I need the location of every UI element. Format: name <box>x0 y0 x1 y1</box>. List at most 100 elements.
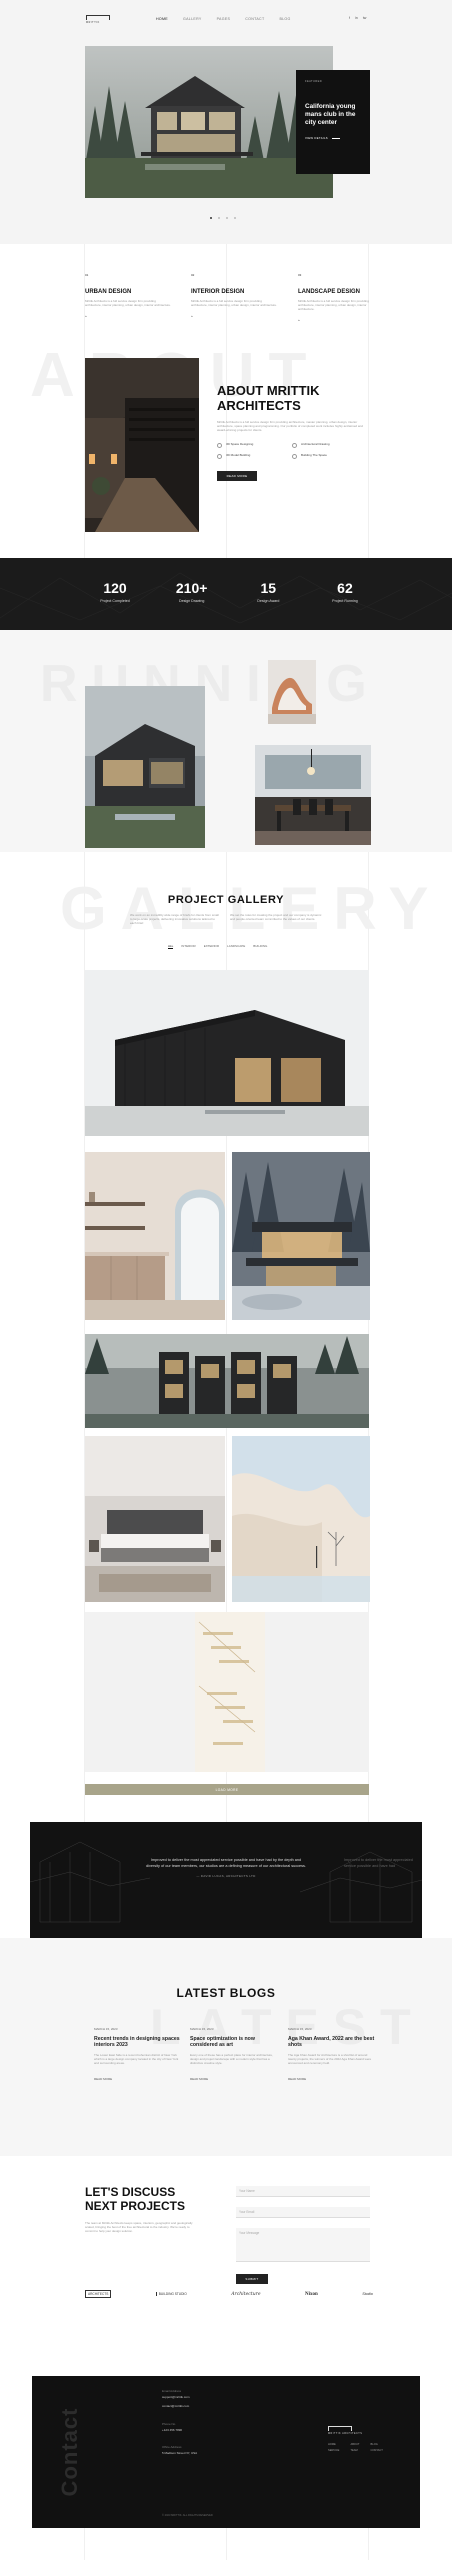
name-field[interactable]: Your Name <box>236 2186 370 2197</box>
blog-excerpt: The Aga Khan Award for Architecture is a… <box>288 2052 372 2065</box>
logo-text: MRITTIK <box>86 20 100 24</box>
stat-value: 210+ <box>175 580 208 596</box>
slider-dot-active[interactable] <box>210 217 212 219</box>
nav-item-contact[interactable]: CONTACT <box>245 17 264 21</box>
service-link[interactable]: » <box>298 318 398 323</box>
hero-cta[interactable]: VIEW DETAILS <box>305 136 361 140</box>
logo[interactable]: MRITTIK <box>86 15 110 24</box>
service-card: 02 INTERIOR DESIGN Mrittik Architects is… <box>191 273 291 319</box>
email-value[interactable]: support@mrittik.com <box>162 2395 272 2400</box>
footer-logo-text: MRITTIK ARCHITECTS <box>328 2432 363 2435</box>
about-title-line: ABOUT MRITTIK <box>217 383 320 398</box>
email-field[interactable]: Your Email <box>236 2207 370 2218</box>
project-image[interactable] <box>255 745 371 845</box>
hero-title: California young mans club in the city c… <box>305 103 356 126</box>
gallery-section: GALLERY PROJECT GALLERY We work on an in… <box>0 852 452 1820</box>
blueprint-background <box>30 1841 422 1923</box>
linkedin-icon[interactable]: in <box>355 16 358 20</box>
nav-item-home[interactable]: HOME <box>156 17 168 21</box>
service-link[interactable]: » <box>191 314 291 319</box>
gallery-image[interactable] <box>232 1436 370 1602</box>
load-more-button[interactable]: LOAD MORE <box>85 1784 369 1795</box>
hero-caption-card: FEATURED California young mans club in t… <box>296 70 370 174</box>
gallery-ghost-text: GALLERY <box>60 875 443 942</box>
blog-card[interactable]: MARCH 15, 2023 Space optimization is now… <box>190 2027 278 2082</box>
gallery-image[interactable] <box>85 1152 225 1320</box>
footer-logo-mark[interactable] <box>328 2426 352 2431</box>
service-number: 03 <box>298 273 302 277</box>
service-title: LANDSCAPE DESIGN <box>298 288 361 295</box>
filter-all[interactable]: ALL <box>168 944 174 949</box>
phone-value[interactable]: +123 456 7890 <box>162 2428 272 2433</box>
service-text: Mrittik Architects is a full service des… <box>298 298 369 311</box>
blog-read-more[interactable]: READ MORE <box>94 2077 182 2082</box>
slider-dot[interactable] <box>226 217 228 219</box>
project-image[interactable] <box>85 686 205 848</box>
nav-item-gallery[interactable]: GALLERY <box>183 17 202 21</box>
footer-menu-item[interactable]: TEAM <box>350 2449 364 2452</box>
filter-exterior[interactable]: EXTERIOR <box>204 944 219 949</box>
gallery-image[interactable] <box>232 1152 370 1320</box>
nav-item-blog[interactable]: BLOG <box>279 17 290 21</box>
blog-card[interactable]: MARCH 15, 2023 Recent trends in designin… <box>94 2027 182 2082</box>
feature-item: 3D Space Designing <box>217 442 292 448</box>
email-value[interactable]: contact@mrittik.com <box>162 2404 272 2409</box>
service-text: Mrittik Architects is a full service des… <box>85 298 171 307</box>
contact-form: Your Name Your Email Your Message SUBMIT <box>236 2186 370 2284</box>
stat-value: 15 <box>260 580 277 596</box>
about-text: Mrittik Architects is a full service des… <box>217 420 363 432</box>
blog-date: MARCH 15, 2023 <box>190 2027 214 2031</box>
blog-title[interactable]: Aga Khan Award, 2022 are the best shots <box>288 2036 376 2049</box>
services-section: 01 URBAN DESIGN Mrittik Architects is a … <box>0 244 452 340</box>
stat-value: 120 <box>103 580 127 596</box>
blogs-section: LATEST LATEST BLOGS MARCH 15, 2023 Recen… <box>0 1938 452 2156</box>
nav-item-pages[interactable]: PAGES <box>217 17 231 21</box>
discuss-title-line: NEXT PROJECTS <box>85 2198 186 2213</box>
blog-read-more[interactable]: READ MORE <box>190 2077 278 2082</box>
service-text: Mrittik Architects is a full service des… <box>191 298 277 307</box>
about-section: ABOUT ABOUT MRITTIK ARCHITECTS Mrittik A… <box>0 340 452 558</box>
gallery-intro: We work on an incredibly wide range of b… <box>130 913 219 925</box>
blog-card[interactable]: MARCH 15, 2023 Aga Khan Award, 2022 are … <box>288 2027 376 2082</box>
blog-title[interactable]: Space optimization is now considered as … <box>190 2036 278 2049</box>
running-section: RUNNING <box>0 630 452 852</box>
check-circle-icon <box>217 442 222 448</box>
slider-dot[interactable] <box>218 217 220 219</box>
address-value: 5 Madison Street NY, USA <box>162 2451 198 2456</box>
slider-dot[interactable] <box>234 217 236 219</box>
stat-label: Project Completed <box>100 599 130 603</box>
hero-cta-label: VIEW DETAILS <box>305 136 328 141</box>
facebook-icon[interactable]: f <box>349 16 350 20</box>
stats-row: 120 Project Completed 210+ Design Drawin… <box>85 580 375 603</box>
twitter-icon[interactable]: tw <box>363 16 367 20</box>
footer-menu-item[interactable]: HOME <box>328 2443 344 2446</box>
read-more-button[interactable]: READ MORE <box>217 470 257 481</box>
filter-interior[interactable]: INTERIOR <box>181 944 195 949</box>
feature-label: Building The Space <box>301 453 327 458</box>
service-card: 03 LANDSCAPE DESIGN Mrittik Architects i… <box>298 273 398 323</box>
site-header: MRITTIK HOME GALLERY PAGES CONTACT BLOG … <box>0 0 452 44</box>
message-field[interactable]: Your Message <box>236 2228 370 2262</box>
gallery-image[interactable] <box>85 1334 369 1428</box>
footer-menu-item[interactable]: BLOG <box>371 2443 388 2446</box>
address-label: Office Address <box>162 2445 182 2450</box>
service-title: URBAN DESIGN <box>85 288 132 295</box>
filter-landscape[interactable]: LANDSCAPE <box>227 944 245 949</box>
gallery-image[interactable] <box>85 970 369 1136</box>
footer-menu-item[interactable]: CONTACT <box>371 2449 388 2452</box>
project-image[interactable] <box>268 660 316 724</box>
about-title: ABOUT MRITTIK ARCHITECTS <box>217 383 372 413</box>
blog-read-more[interactable]: READ MORE <box>288 2077 376 2082</box>
footer-menu-item[interactable]: SERVICE <box>328 2449 344 2452</box>
service-number: 01 <box>85 273 89 277</box>
filter-building[interactable]: BUILDING <box>253 944 267 949</box>
feature-label: Architectural Drawing <box>301 442 330 447</box>
stat-item: 62 Project Running <box>315 580 375 603</box>
footer-brand: MRITTIK ARCHITECTS HOME ABOUT BLOG SERVI… <box>328 2426 388 2452</box>
blog-title[interactable]: Recent trends in designing spaces interi… <box>94 2036 182 2049</box>
footer-menu-item[interactable]: ABOUT <box>350 2443 364 2446</box>
gallery-image[interactable] <box>85 1612 369 1772</box>
service-link[interactable]: » <box>85 314 185 319</box>
submit-button[interactable]: SUBMIT <box>236 2274 268 2284</box>
gallery-image[interactable] <box>85 1436 225 1602</box>
